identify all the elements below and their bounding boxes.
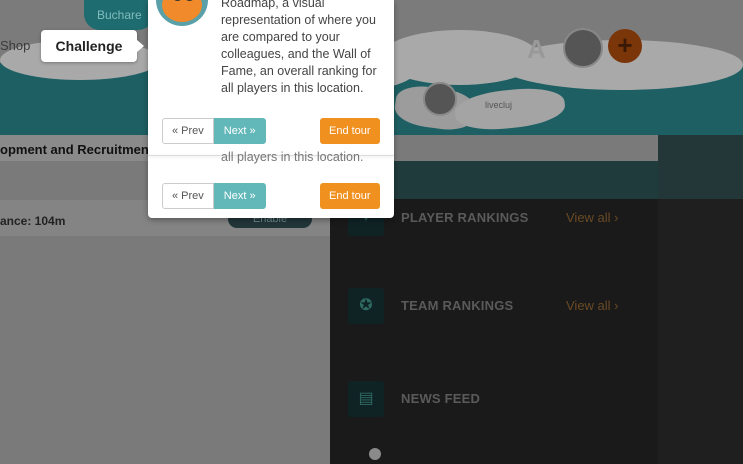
breadcrumb: opment and Recruitment	[0, 142, 154, 157]
news-feed-row: ▤ NEWS FEED	[348, 381, 648, 417]
tour-popover: Roadmap, a visual representation of wher…	[148, 0, 394, 218]
tour-text-line: all players in this location.	[221, 81, 364, 95]
tour-text-line: are compared to your	[221, 30, 340, 44]
tour-text: Roadmap, a visual representation of wher…	[221, 0, 391, 97]
rankings-panel	[330, 199, 658, 464]
user-avatar[interactable]: A	[527, 36, 549, 62]
challenge-tooltip: Challenge	[41, 30, 144, 62]
team-rankings-title: TEAM RANKINGS	[401, 298, 514, 313]
player-rankings-title: PLAYER RANKINGS	[401, 210, 529, 225]
end-tour-button[interactable]: End tour	[320, 118, 380, 144]
pillow-label: livecluj	[485, 100, 513, 110]
mascot-icon	[156, 0, 208, 26]
add-button[interactable]: +	[608, 29, 642, 63]
prev-button-secondary[interactable]: « Prev	[162, 183, 214, 209]
tour-text-line: colleagues, and the Wall of	[221, 47, 371, 61]
next-button[interactable]: Next »	[213, 118, 266, 144]
bee-mascot-icon	[423, 82, 457, 116]
shop-link[interactable]: Shop	[0, 38, 30, 53]
player-rankings-view-all[interactable]: View all ›	[566, 210, 619, 225]
team-rankings-row: ✪ TEAM RANKINGS View all ›	[348, 288, 648, 324]
ribbon-icon: ✪	[348, 288, 384, 324]
team-rankings-view-all[interactable]: View all ›	[566, 298, 619, 313]
tour-text-line: representation of where you	[221, 13, 376, 27]
pillows-illustration: livecluj	[392, 78, 567, 138]
mascot-body	[162, 0, 202, 22]
end-tour-button-secondary[interactable]: End tour	[320, 183, 380, 209]
tour-nav-group: « Prev Next »	[162, 118, 266, 144]
next-button-secondary[interactable]: Next »	[213, 183, 266, 209]
chat-icon: ▤	[348, 381, 384, 417]
carousel-dot[interactable]	[369, 448, 381, 460]
tour-text-line: Fame, an overall ranking for	[221, 64, 377, 78]
side-column-header	[658, 135, 743, 199]
distance-text: ance: 104m	[0, 214, 66, 228]
tour-text-line: Roadmap, a visual	[221, 0, 325, 10]
tour-nav-group-secondary: « Prev Next »	[162, 183, 266, 209]
bee-avatar-icon[interactable]	[563, 28, 603, 68]
city-selector[interactable]: Buchare	[84, 0, 154, 30]
news-feed-title: NEWS FEED	[401, 391, 481, 406]
prev-button[interactable]: « Prev	[162, 118, 214, 144]
tour-ghost-text: all players in this location.	[221, 150, 364, 164]
